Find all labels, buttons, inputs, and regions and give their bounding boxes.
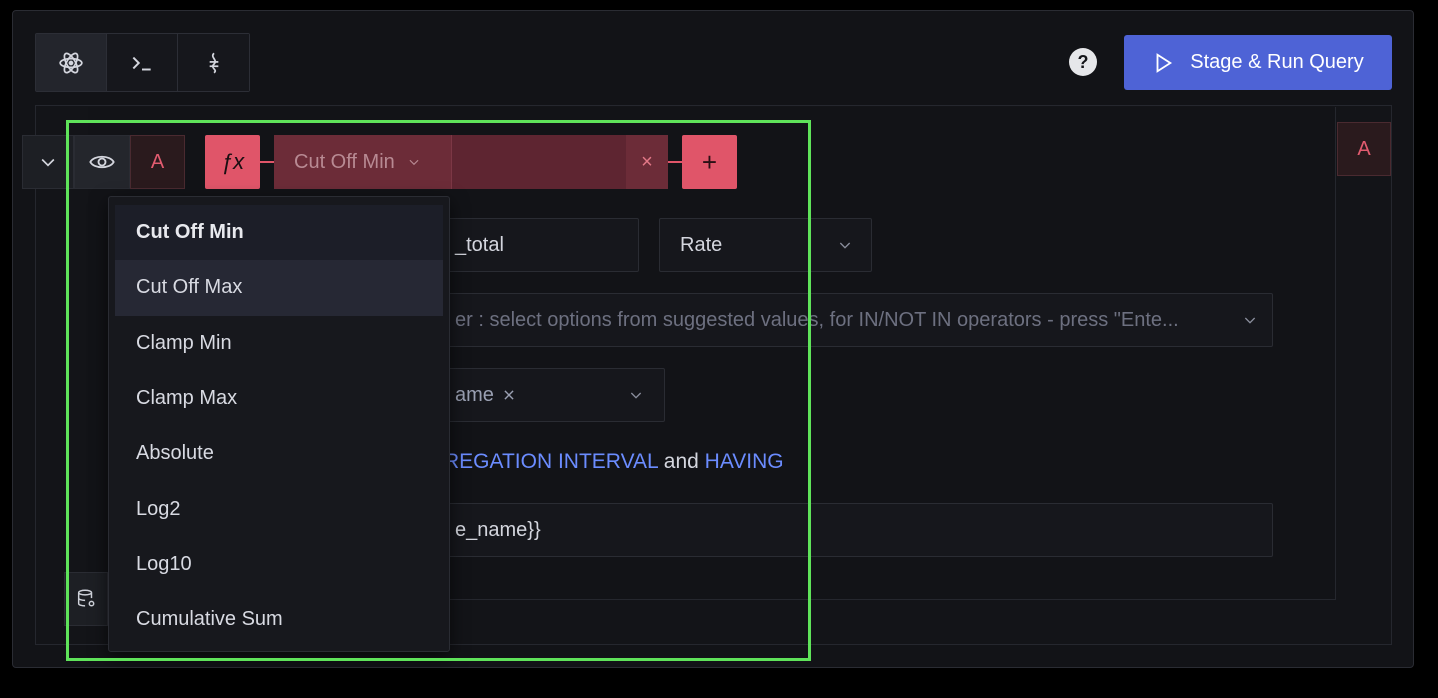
function-connector-right xyxy=(668,161,682,163)
metric-name-input[interactable]: _total xyxy=(420,218,639,272)
having-link[interactable]: HAVING xyxy=(705,450,784,473)
remove-function-button[interactable]: × xyxy=(626,135,668,189)
function-menu-item[interactable]: Clamp Max xyxy=(109,371,449,426)
add-function-button[interactable]: + xyxy=(682,135,737,189)
chevron-down-icon xyxy=(409,159,419,166)
function-select-display[interactable]: Cut Off Min xyxy=(274,135,451,189)
query-builder-mode-button[interactable] xyxy=(36,34,107,91)
chevron-down-icon xyxy=(839,242,851,249)
query-letter-badge: A xyxy=(130,135,185,189)
group-by-chip-label: ame xyxy=(455,383,494,406)
chevron-down-icon xyxy=(630,392,642,399)
clickhouse-query-mode-button[interactable] xyxy=(107,34,178,91)
advanced-options-hint: REGATION INTERVAL and HAVING xyxy=(444,450,784,474)
function-menu-item[interactable]: Cut Off Min xyxy=(115,205,443,261)
function-menu-item[interactable]: Log10 xyxy=(109,537,449,592)
eye-icon xyxy=(89,155,115,169)
formula-letter-badge[interactable]: A xyxy=(1337,122,1391,176)
close-icon[interactable] xyxy=(502,388,516,402)
function-button[interactable]: ƒx xyxy=(205,135,260,189)
metric-name-value: _total xyxy=(455,233,504,256)
query-mode-switcher xyxy=(35,33,250,92)
function-connector-left xyxy=(260,161,274,163)
run-button-label: Stage & Run Query xyxy=(1190,51,1364,73)
group-by-chip: ame xyxy=(455,384,516,407)
help-icon[interactable]: ? xyxy=(1069,48,1097,76)
promql-icon xyxy=(209,52,218,73)
aggregation-interval-link[interactable]: REGATION INTERVAL xyxy=(444,450,658,473)
atom-icon xyxy=(59,52,83,73)
datasource-button[interactable] xyxy=(64,572,108,626)
function-dropdown-menu: Cut Off Min Cut Off Max Clamp Min Clamp Max… xyxy=(108,196,450,652)
hint-conjunction: and xyxy=(657,450,705,473)
chevron-down-icon xyxy=(1244,317,1256,324)
filter-placeholder: er : select options from suggested value… xyxy=(455,308,1179,331)
group-by-select[interactable]: ame xyxy=(420,368,665,422)
function-menu-item[interactable]: Cumulative Sum xyxy=(109,592,449,647)
function-select-label: Cut Off Min xyxy=(294,150,395,173)
function-menu-item[interactable]: Absolute xyxy=(109,426,449,481)
function-select[interactable]: Cut Off Min × xyxy=(274,135,668,189)
chevron-down-icon xyxy=(41,158,55,167)
promql-mode-button[interactable] xyxy=(178,34,249,91)
function-menu-item[interactable]: Log2 xyxy=(109,481,449,536)
play-icon xyxy=(1156,52,1173,73)
function-menu-item[interactable]: Clamp Min xyxy=(109,316,449,371)
aggregate-operator-value: Rate xyxy=(680,233,723,256)
toggle-visibility-button[interactable] xyxy=(74,135,130,189)
function-argument-input[interactable] xyxy=(451,135,626,189)
collapse-query-button[interactable] xyxy=(22,135,74,189)
terminal-icon xyxy=(132,56,151,70)
database-icon xyxy=(77,589,95,607)
function-menu-item[interactable]: Cut Off Max xyxy=(115,260,443,316)
stage-and-run-query-button[interactable]: Stage & Run Query xyxy=(1124,35,1392,90)
legend-format-input[interactable]: e_name}} xyxy=(420,503,1273,557)
legend-format-value: e_name}} xyxy=(455,518,541,541)
aggregate-operator-select[interactable]: Rate xyxy=(659,218,872,272)
filter-input[interactable]: er : select options from suggested value… xyxy=(420,293,1273,347)
